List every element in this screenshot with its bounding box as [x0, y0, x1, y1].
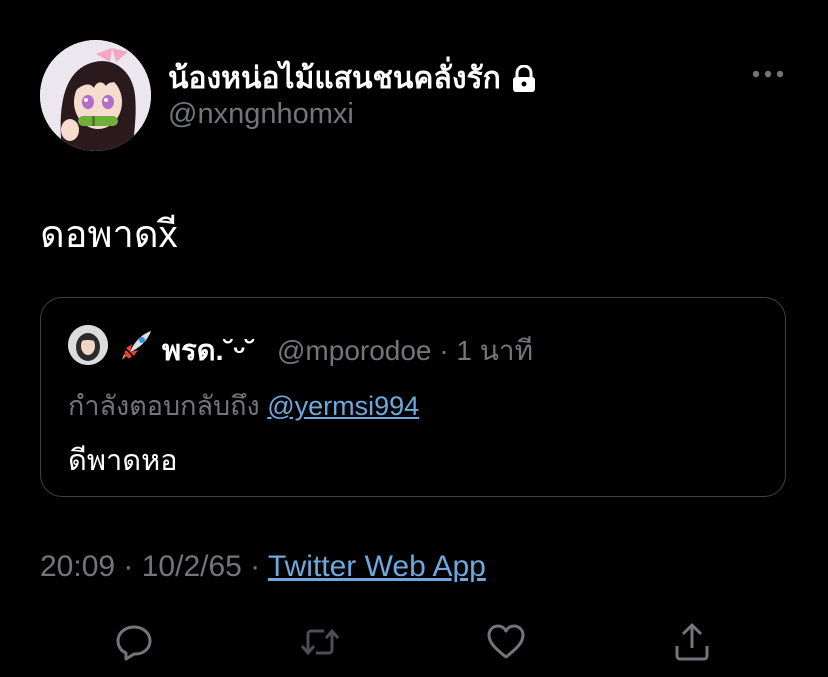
replying-to-line: กำลังตอบกลับถึง @yermsi994	[68, 384, 419, 427]
author-avatar[interactable]	[40, 40, 151, 151]
lock-icon	[511, 64, 537, 93]
heart-icon	[487, 624, 525, 659]
quoted-tweet-text: ดีพาดหอ	[68, 445, 178, 477]
user-avatar	[68, 325, 108, 365]
author-display-name[interactable]: น้องหน่อไม้แสนชนคลั่งรัก	[168, 55, 501, 102]
share-icon	[675, 623, 709, 661]
like-button[interactable]	[484, 620, 528, 664]
reply-button[interactable]	[112, 620, 156, 664]
share-button[interactable]	[670, 620, 714, 664]
quoted-author-name[interactable]: พรด.˘ᵕ˘	[162, 327, 255, 373]
quoted-author-handle-time: @mporodoe · 1 นาที	[277, 335, 534, 366]
retweet-icon	[300, 628, 340, 656]
source-link[interactable]: Twitter Web App	[268, 550, 486, 583]
retweet-button[interactable]	[298, 620, 342, 664]
rocket-icon	[118, 328, 154, 364]
tweet-meta: 20:09 · 10/2/65 · Twitter Web App	[40, 550, 486, 584]
quoted-tweet-card[interactable]: พรด.˘ᵕ˘ @mporodoe · 1 นาที กำลังตอบกลับถ…	[40, 297, 786, 497]
author-handle[interactable]: @nxngnhomxi	[168, 98, 354, 131]
quoted-author-avatar[interactable]	[68, 325, 108, 365]
tweet-text: ดอพาดxี	[40, 214, 178, 256]
mention-link[interactable]: @yermsi994	[267, 391, 419, 421]
reply-icon	[116, 625, 152, 661]
more-horizontal-icon	[752, 70, 784, 78]
author-name[interactable]: น้องหน่อไม้แสนชนคลั่งรัก	[168, 55, 537, 102]
tweet-timestamp[interactable]: 20:09 · 10/2/65 ·	[40, 550, 268, 583]
replying-to-label: กำลังตอบกลับถึง	[68, 391, 260, 421]
more-options-button[interactable]	[748, 62, 788, 86]
anime-avatar	[40, 40, 151, 151]
